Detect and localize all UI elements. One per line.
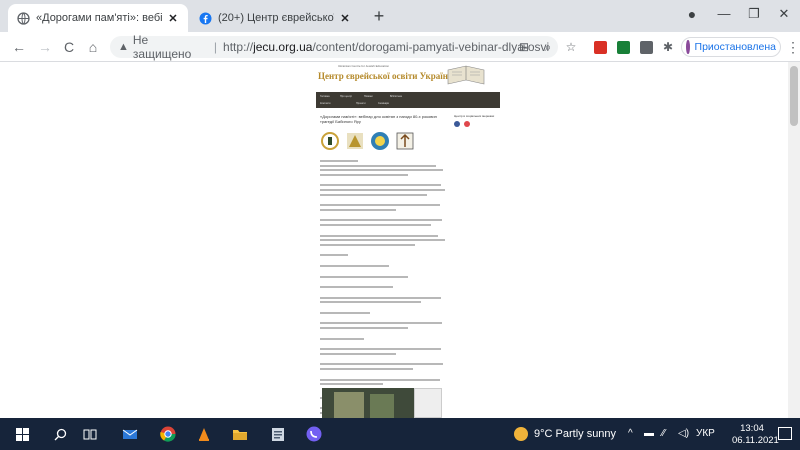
partner-logo-icon: [396, 132, 414, 150]
nav-item[interactable]: Новини: [364, 95, 373, 98]
nav-item[interactable]: Семінари: [378, 102, 389, 105]
tab-active[interactable]: «Дорогами пам'яті»: вебінар дл ✕: [8, 4, 188, 32]
partner-logo-icon: [321, 132, 339, 150]
windows-start-icon[interactable]: [14, 426, 30, 442]
facebook-icon: [198, 11, 212, 25]
sun-icon: [514, 427, 528, 441]
post-content: «Дорогами пам'яті»: вебінар для освітян …: [320, 114, 446, 418]
weather-text: 9°C Partly sunny: [534, 428, 617, 440]
video-screenshot[interactable]: [322, 388, 414, 418]
home-icon[interactable]: ⌂: [84, 38, 102, 56]
bookmark-star-icon[interactable]: ☆: [563, 39, 579, 55]
notification-icon[interactable]: [778, 427, 792, 440]
site-sidebar: Центр в соціальних мережах: [454, 114, 498, 127]
weather-widget[interactable]: 9°C Partly sunny: [514, 427, 616, 441]
site-banner[interactable]: Ukrainian Centre for Jewish Education Це…: [316, 62, 500, 91]
warning-icon[interactable]: ▲: [118, 41, 129, 53]
minimize-button[interactable]: —: [712, 4, 736, 24]
tab-title: (20+) Центр єврейської освіти: [218, 12, 334, 24]
vlc-icon[interactable]: [196, 426, 212, 442]
tab-title: «Дорогами пам'яті»: вебінар дл: [36, 12, 162, 24]
tab-inactive[interactable]: (20+) Центр єврейської освіти ✕: [190, 4, 360, 32]
extension-icon[interactable]: [638, 39, 654, 55]
zoom-icon[interactable]: ⌕: [540, 39, 556, 55]
nav-item[interactable]: Про центр: [340, 95, 352, 98]
mail-app-icon[interactable]: [122, 426, 138, 442]
partner-logo-icon: [371, 132, 389, 150]
partner-logos: [320, 130, 446, 152]
address-bar[interactable]: ▲ Не защищено | http://jecu.org.ua/conte…: [110, 33, 558, 61]
social-icons: [454, 121, 498, 127]
document-app-icon[interactable]: [270, 426, 286, 442]
address-separator: |: [213, 40, 218, 54]
banner-subtitle: Ukrainian Centre for Jewish Education: [338, 64, 390, 68]
sheets-extension-icon[interactable]: [615, 39, 631, 55]
close-window-button[interactable]: ✕: [772, 4, 796, 24]
video-side-panel: [414, 388, 442, 418]
file-explorer-icon[interactable]: [232, 426, 248, 442]
volume-icon[interactable]: ◁): [678, 428, 689, 439]
page-viewport: Ukrainian Centre for Jewish Education Це…: [0, 62, 800, 418]
scroll-thumb[interactable]: [790, 66, 798, 126]
sidebar-title: Центр в соціальних мережах: [454, 114, 495, 118]
menu-dots-icon[interactable]: ⋮: [786, 39, 800, 55]
tab-strip: «Дорогами пам'яті»: вебінар дл ✕ (20+) Ц…: [0, 0, 800, 32]
reload-icon[interactable]: C: [60, 38, 78, 56]
translate-icon[interactable]: ⊞: [516, 39, 532, 55]
nav-item[interactable]: Проекти: [356, 102, 366, 105]
network-icon[interactable]: ⁄⁄: [662, 428, 665, 439]
pdf-extension-icon[interactable]: [592, 39, 608, 55]
browser-toolbar: ← → C ⌂ ▲ Не защищено | http://jecu.org.…: [0, 32, 800, 62]
clock-date: 06.11.2021: [732, 435, 779, 446]
battery-icon[interactable]: ▬: [644, 428, 654, 439]
chrome-icon[interactable]: [160, 426, 176, 442]
windows-taskbar: 9°C Partly sunny ^ ▬ ⁄⁄ ◁) УКР 13:04 06.…: [0, 418, 800, 450]
search-icon[interactable]: [52, 426, 68, 442]
maximize-button[interactable]: ❐: [742, 4, 766, 24]
book-logo-icon: [447, 65, 485, 85]
nav-item[interactable]: Бібліотека: [390, 95, 402, 98]
website-page: Ukrainian Centre for Jewish Education Це…: [316, 62, 500, 418]
forward-arrow-icon[interactable]: →: [36, 38, 54, 56]
task-view-icon[interactable]: [82, 426, 98, 442]
profile-status: Приостановлена: [694, 41, 776, 53]
facebook-icon[interactable]: [454, 121, 460, 127]
page-scrollbar[interactable]: [788, 62, 800, 418]
close-icon[interactable]: ✕: [166, 12, 180, 25]
nav-item[interactable]: Контакти: [320, 102, 330, 105]
language-indicator[interactable]: УКР: [696, 428, 715, 439]
security-status[interactable]: Не защищено: [133, 33, 208, 61]
youtube-icon[interactable]: [464, 121, 470, 127]
partner-logo-icon: [347, 133, 363, 149]
puzzle-icon[interactable]: ✱: [660, 39, 676, 55]
system-clock[interactable]: 13:04 06.11.2021: [732, 423, 779, 447]
avatar: [686, 40, 690, 54]
close-icon[interactable]: ✕: [338, 12, 352, 25]
site-nav: Головна Про центр Новини Бібліотека Конт…: [316, 92, 500, 108]
url-text[interactable]: http://jecu.org.ua/content/dorogami-pamy…: [223, 40, 550, 54]
clock-time: 13:04: [740, 423, 764, 434]
chevron-up-icon[interactable]: ^: [628, 428, 633, 439]
globe-icon: [16, 11, 30, 25]
account-circle-icon[interactable]: ●: [680, 4, 704, 24]
profile-button[interactable]: Приостановлена: [681, 37, 781, 57]
viber-icon[interactable]: [306, 426, 322, 442]
post-title[interactable]: «Дорогами пам'яті»: вебінар для освітян …: [320, 114, 446, 124]
new-tab-button[interactable]: +: [368, 6, 390, 28]
nav-item[interactable]: Головна: [320, 95, 330, 98]
article-body: [320, 160, 446, 418]
banner-title: Центр єврейської освіти України: [318, 71, 454, 81]
back-arrow-icon[interactable]: ←: [10, 38, 28, 56]
